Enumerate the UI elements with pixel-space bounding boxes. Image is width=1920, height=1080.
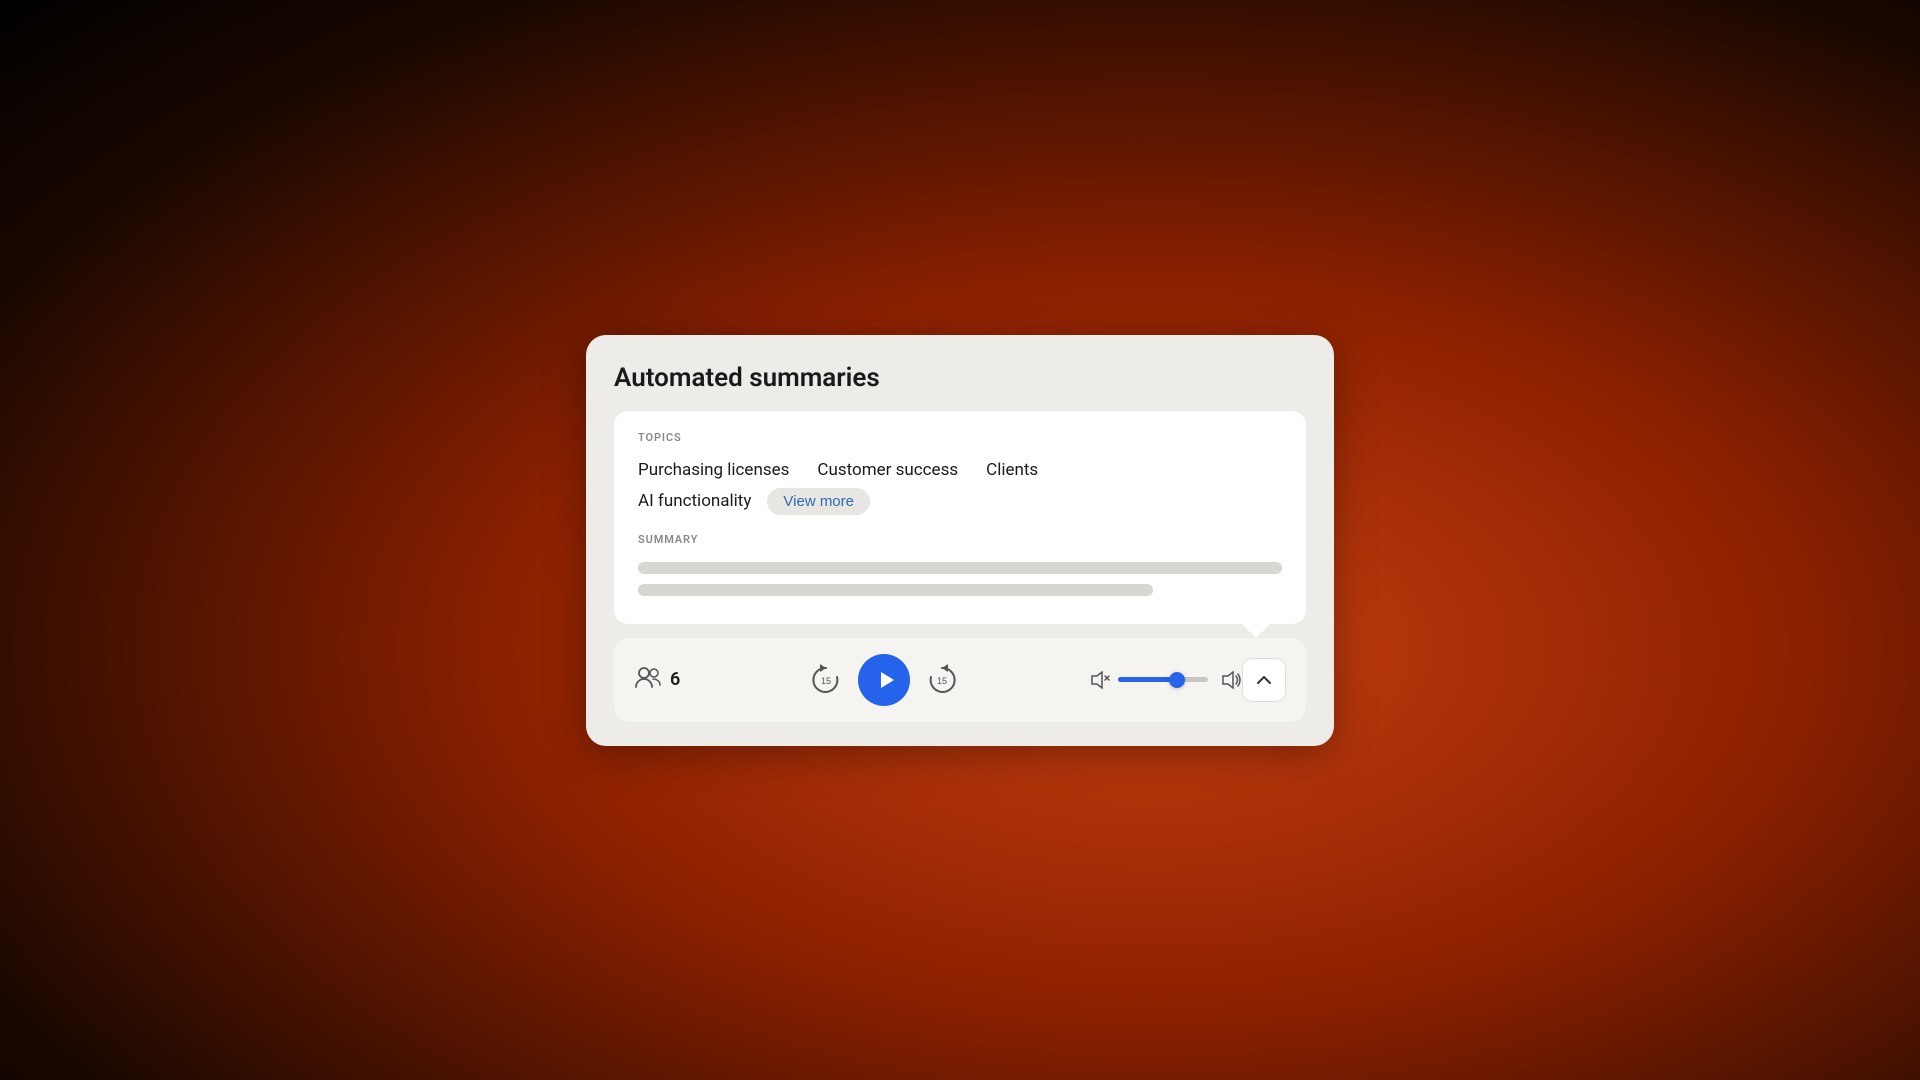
participants-icon [634, 665, 662, 695]
summary-section: SUMMARY [638, 533, 1282, 596]
topic-ai-functionality: AI functionality [638, 491, 751, 511]
collapse-button[interactable] [1242, 658, 1286, 702]
card-title: Automated summaries [614, 363, 1306, 397]
topic-purchasing-licenses: Purchasing licenses [638, 460, 789, 480]
topics-panel: TOPICS Purchasing licenses Customer succ… [614, 411, 1306, 624]
summary-section-label: SUMMARY [638, 533, 1282, 546]
topic-clients: Clients [986, 460, 1038, 480]
volume-slider[interactable] [1118, 670, 1208, 690]
participant-count: 6 [670, 669, 680, 690]
summary-line-1 [638, 562, 1282, 574]
automated-summaries-card: Automated summaries TOPICS Purchasing li… [586, 335, 1334, 746]
skip-forward-button[interactable]: 15 [920, 658, 964, 702]
volume-high-button[interactable] [1220, 669, 1242, 691]
topics-row-2: AI functionality View more [638, 488, 1282, 515]
player-panel: 6 15 15 [614, 638, 1306, 722]
topics-row-1: Purchasing licenses Customer success Cli… [638, 460, 1282, 480]
volume-section [1088, 669, 1242, 691]
view-more-button[interactable]: View more [767, 488, 870, 515]
summary-line-2 [638, 584, 1153, 596]
topics-section-label: TOPICS [638, 431, 1282, 444]
player-controls: 15 15 [704, 654, 1064, 706]
participants-group: 6 [634, 665, 680, 695]
svg-text:15: 15 [937, 676, 947, 686]
skip-back-button[interactable]: 15 [804, 658, 848, 702]
play-button[interactable] [858, 654, 910, 706]
volume-track [1118, 677, 1208, 682]
volume-thumb [1169, 672, 1185, 688]
svg-text:15: 15 [821, 676, 831, 686]
summary-lines [638, 562, 1282, 596]
mute-button[interactable] [1088, 669, 1110, 691]
topic-customer-success: Customer success [817, 460, 958, 480]
